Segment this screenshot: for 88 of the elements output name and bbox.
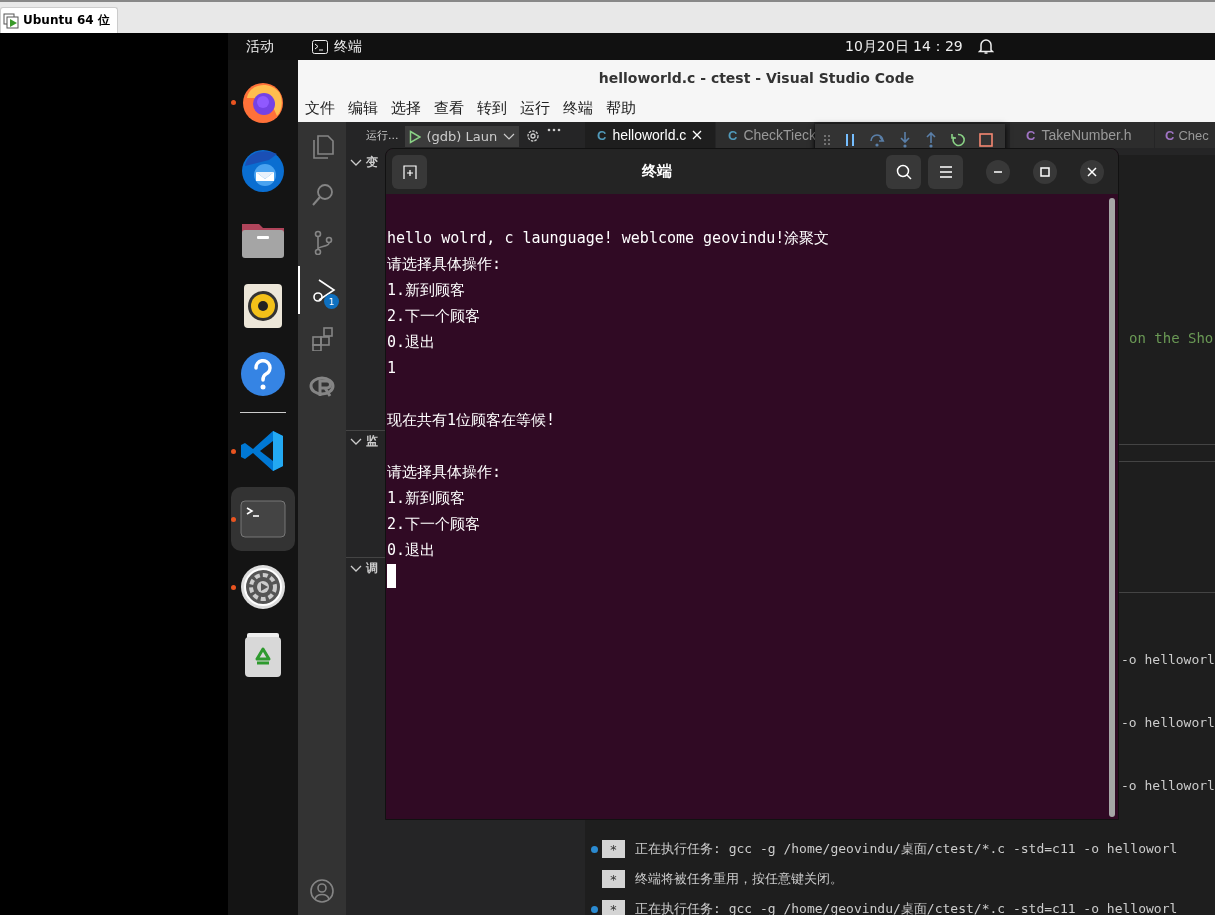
close-button[interactable]: [1080, 159, 1104, 184]
search-icon: [309, 181, 335, 207]
editor-tab[interactable]: C helloworld.c: [585, 122, 716, 148]
terminal-line: 请选择具体操作:: [387, 254, 502, 275]
app-menu-label[interactable]: 终端: [334, 37, 362, 56]
search-button[interactable]: [886, 154, 921, 189]
close-icon[interactable]: [692, 130, 703, 140]
section-header[interactable]: 变: [346, 151, 378, 174]
new-tab-icon: [401, 163, 418, 180]
pause-icon[interactable]: [845, 133, 855, 146]
terminal-line: 2.下一个顾客: [387, 514, 481, 535]
output-line: 正在执行任务: gcc -g /home/geovindu/桌面/ctest/*.c -std=c11 -o helloworl: [635, 840, 1178, 858]
count-badge: 1: [324, 294, 339, 309]
terminal-line: 1.新到顾客: [387, 488, 466, 509]
task-marker: *: [602, 870, 625, 888]
task-marker: *: [602, 840, 625, 858]
terminal-icon: [312, 39, 328, 54]
close-icon: [1087, 166, 1097, 177]
step-over-icon[interactable]: [869, 132, 885, 147]
vm-icon: [3, 12, 19, 29]
vm-tab-title: Ubuntu 64 位: [23, 12, 110, 29]
menu-item[interactable]: 帮助: [605, 99, 637, 118]
vm-tab[interactable]: Ubuntu 64 位: [0, 7, 118, 33]
new-tab-button[interactable]: [392, 154, 427, 189]
maximize-icon: [1040, 166, 1050, 177]
section-header[interactable]: 调: [346, 557, 378, 580]
tab-label: TakeNumber.h: [1041, 127, 1132, 143]
run-debug-icon: [310, 277, 336, 303]
play-icon: [408, 129, 421, 144]
output-line: -o helloworl: [1121, 714, 1215, 732]
menu-item[interactable]: 编辑: [347, 99, 379, 118]
editor-tab[interactable]: C Chec: [1155, 122, 1215, 148]
menu-item[interactable]: 选择: [390, 99, 422, 118]
tab-label: Chec: [1178, 127, 1209, 143]
scrollbar[interactable]: [1109, 198, 1115, 817]
menu-item[interactable]: 运行: [519, 99, 551, 118]
terminal-line: 2.下一个顾客: [387, 306, 481, 327]
terminal-title: 终端: [640, 162, 673, 181]
account-icon[interactable]: [309, 878, 335, 904]
menu-item[interactable]: 终端: [562, 99, 594, 118]
editor-tab[interactable]: C TakeNumber.h: [1010, 122, 1155, 148]
more-icon[interactable]: [547, 128, 562, 132]
section-header[interactable]: 监: [346, 430, 378, 453]
window-title: helloworld.c - ctest - Visual Studio Code: [298, 60, 1215, 95]
clock[interactable]: 10月20日 14：29: [845, 38, 963, 56]
drag-handle-icon[interactable]: [823, 133, 831, 146]
minimize-button[interactable]: [986, 159, 1010, 184]
editor-tab[interactable]: C CheckTieck: [716, 122, 815, 148]
output-line: 终端将被任务重用，按任意键关闭。: [635, 870, 843, 888]
activities-button[interactable]: 活动: [246, 37, 312, 56]
maximize-button[interactable]: [1033, 159, 1057, 184]
menu-item[interactable]: 转到: [476, 99, 508, 118]
output-line: -o helloworl: [1121, 777, 1215, 795]
output-line: -o helloworl: [1121, 651, 1215, 669]
output-line: 正在执行任务: gcc -g /home/geovindu/桌面/ctest/*.c -std=c11 -o helloworl: [635, 900, 1178, 915]
minimize-icon: [993, 170, 1003, 173]
task-marker: *: [602, 900, 625, 915]
tab-label: helloworld.c: [612, 127, 687, 143]
terminal-line: 0.退出: [387, 540, 436, 561]
settings-icon[interactable]: [525, 128, 542, 144]
terminal-line: 请选择具体操作:: [387, 462, 502, 483]
file-type-icon: C: [1026, 127, 1036, 143]
menu-button[interactable]: [928, 154, 963, 189]
extensions-icon: [309, 325, 335, 351]
tab-label: CheckTieck: [743, 127, 816, 143]
terminal-line: 0.退出: [387, 332, 436, 353]
terminal-line: 1: [387, 358, 397, 379]
file-type-icon: C: [728, 127, 738, 143]
terminal-line: 现在共有1位顾客在等候!: [387, 410, 556, 431]
menu-item[interactable]: 文件: [304, 99, 336, 118]
menu-icon: [938, 165, 953, 178]
code-comment: on the Sho: [1129, 330, 1215, 346]
menu-item[interactable]: 查看: [433, 99, 465, 118]
stop-icon[interactable]: [979, 132, 993, 147]
sidebar-title: 运行...: [366, 128, 399, 143]
restart-icon[interactable]: [951, 132, 965, 147]
terminal-line: hello wolrd, c launguage! weblcome geovindu!涂聚文: [387, 228, 830, 249]
step-into-icon[interactable]: [899, 131, 911, 148]
file-type-icon: C: [1165, 127, 1175, 143]
terminal-line: 1.新到顾客: [387, 280, 466, 301]
step-out-icon[interactable]: [925, 131, 937, 148]
bell-icon: [978, 38, 994, 55]
launch-config-button[interactable]: (gdb) Laun: [404, 126, 520, 147]
search-icon: [895, 163, 912, 180]
chevron-down-icon: [503, 132, 516, 141]
gear-icon: [239, 563, 287, 611]
help-icon: [239, 350, 287, 398]
file-type-icon: C: [597, 127, 607, 143]
